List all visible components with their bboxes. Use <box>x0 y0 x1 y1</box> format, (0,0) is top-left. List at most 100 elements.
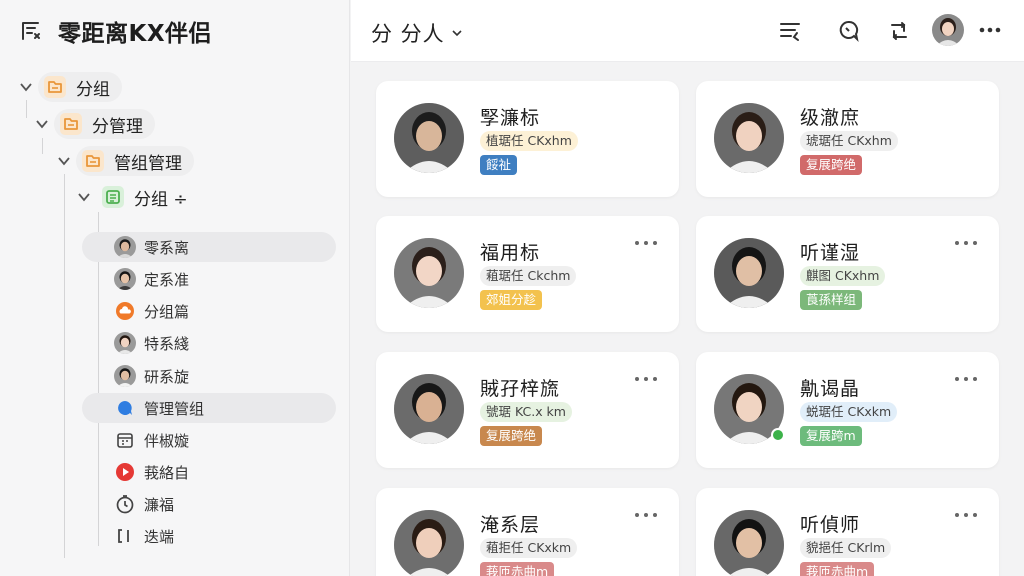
contact-tag: 复展跨绝 <box>480 426 543 446</box>
contact-tag: 莨孫样组 <box>800 290 863 310</box>
sidebar-member-item[interactable]: 迭端 <box>82 521 336 551</box>
member-label: 管理管组 <box>144 399 205 418</box>
member-label: 定系准 <box>144 270 190 289</box>
play-icon <box>114 461 136 483</box>
contact-name: 孯濂标 <box>480 107 541 129</box>
timer-icon <box>114 493 136 515</box>
tree-node-label: 分组 ÷ <box>134 189 188 210</box>
contact-name: 福用标 <box>480 242 541 264</box>
member-avatar <box>114 365 136 387</box>
contact-card[interactable]: 淹系层 蒩拒任 CKxkm 莪匝赤曲m <box>376 488 679 576</box>
more-icon[interactable] <box>977 17 1003 43</box>
contact-subtitle: 貌挹任 CKrlm <box>800 538 892 558</box>
sidebar-member-item[interactable]: 分组篇 <box>82 296 336 326</box>
more-icon[interactable] <box>955 236 977 250</box>
contact-avatar[interactable] <box>714 238 784 308</box>
contact-name: 听谨湿 <box>800 242 861 264</box>
contact-tag: 复展跨绝 <box>800 155 863 175</box>
chat-icon <box>114 397 136 419</box>
contact-avatar[interactable] <box>394 374 464 444</box>
tree-node-pill[interactable]: 分管理 <box>54 109 155 139</box>
contact-card[interactable]: 级澈庶 琥琚任 CKxhm 复展跨绝 <box>696 81 999 197</box>
contact-tag: 莪匝赤曲m <box>800 562 875 576</box>
contact-subtitle: 琥琚任 CKxhm <box>800 131 898 151</box>
contact-subtitle: 麒图 CKxhm <box>800 266 886 286</box>
member-label: 迭端 <box>144 527 175 546</box>
contact-card[interactable]: 福用标 蒩琚任 Ckchm 郊姐分趁 <box>376 216 679 332</box>
online-status-dot <box>771 428 785 442</box>
tree-node-label: 管组管理 <box>114 153 182 174</box>
more-icon[interactable] <box>955 508 977 522</box>
more-icon[interactable] <box>635 508 657 522</box>
sidebar: 零距离KX伴侣 分组 分管理 管组管理 分组 ÷ 零系离 定系准 分组篇 特系綫… <box>0 0 350 576</box>
member-label: 零系离 <box>144 238 190 257</box>
contact-name: 鼽谒晶 <box>800 378 861 400</box>
contact-avatar[interactable] <box>394 103 464 173</box>
sidebar-member-item[interactable]: 伴椒嫙 <box>82 425 336 455</box>
contact-avatar[interactable] <box>714 510 784 576</box>
refresh-chat-icon[interactable] <box>886 18 912 44</box>
contact-card[interactable]: 听偵师 貌挹任 CKrlm 莪匝赤曲m <box>696 488 999 576</box>
calendar-icon <box>114 429 136 451</box>
sidebar-member-item[interactable]: 濂福 <box>82 489 336 519</box>
app-header: 零距离KX伴侣 <box>20 14 212 48</box>
sidebar-member-item[interactable]: 零系离 <box>82 232 336 262</box>
contact-card[interactable]: 听谨湿 麒图 CKxhm 莨孫样组 <box>696 216 999 332</box>
contact-avatar[interactable] <box>394 238 464 308</box>
contact-tag: 复展跨m <box>800 426 862 446</box>
tree-node-pill[interactable]: 管组管理 <box>76 146 194 176</box>
tree-node-group[interactable]: 分组 <box>18 72 122 102</box>
chat-bubble-icon[interactable] <box>836 18 862 44</box>
contact-subtitle: 蒩琚任 Ckchm <box>480 266 577 286</box>
sidebar-member-item[interactable]: 莪絡自 <box>82 457 336 487</box>
app-title: 零距离KX伴侣 <box>58 21 213 47</box>
chevron-down-icon <box>451 24 463 43</box>
cloud-icon <box>114 300 136 322</box>
scope-dropdown[interactable]: 分 分人 <box>371 18 463 48</box>
more-icon[interactable] <box>635 372 657 386</box>
tree-node-label: 分管理 <box>92 116 143 137</box>
sidebar-member-item[interactable]: 管理管组 <box>82 393 336 423</box>
chevron-down-icon[interactable] <box>18 79 34 95</box>
contact-card[interactable]: 賊孖梓旒 號琚 KC.x km 复展跨绝 <box>376 352 679 468</box>
member-label: 研系旋 <box>144 367 190 386</box>
contact-avatar[interactable] <box>714 103 784 173</box>
tree-node-manage[interactable]: 分管理 <box>34 109 155 139</box>
contact-name: 淹系层 <box>480 514 541 536</box>
folder-icon <box>44 76 66 98</box>
folder-icon <box>60 113 82 135</box>
member-label: 濂福 <box>144 495 175 514</box>
contact-subtitle: 蜕琚任 CKxkm <box>800 402 898 422</box>
user-avatar[interactable] <box>932 14 964 46</box>
sidebar-member-item[interactable]: 特系綫 <box>82 328 336 358</box>
bracket-icon <box>114 525 136 547</box>
more-icon[interactable] <box>955 372 977 386</box>
contact-subtitle: 植琚任 CKxhm <box>480 131 578 151</box>
tree-node-subgroup[interactable]: 分组 ÷ <box>76 182 200 212</box>
chevron-down-icon[interactable] <box>76 189 92 205</box>
sidebar-member-item[interactable]: 研系旋 <box>82 361 336 391</box>
contact-tag: 餒祉 <box>480 155 518 175</box>
contact-tag: 郊姐分趁 <box>480 290 543 310</box>
chevron-down-icon[interactable] <box>56 153 72 169</box>
sort-list-icon[interactable] <box>778 18 804 44</box>
contact-card[interactable]: 孯濂标 植琚任 CKxhm 餒祉 <box>376 81 679 197</box>
list-filter-icon[interactable] <box>20 20 44 42</box>
tree-node-group-manage[interactable]: 管组管理 <box>56 146 194 176</box>
more-icon[interactable] <box>635 236 657 250</box>
sidebar-member-item[interactable]: 定系准 <box>82 264 336 294</box>
member-avatar <box>114 332 136 354</box>
contact-name: 听偵师 <box>800 514 861 536</box>
contact-name: 级澈庶 <box>800 107 861 129</box>
contact-avatar[interactable] <box>394 510 464 576</box>
tree-node-pill[interactable]: 分组 ÷ <box>96 182 200 212</box>
topbar: 分 分人 <box>351 0 1024 62</box>
chevron-down-icon[interactable] <box>34 116 50 132</box>
member-label: 分组篇 <box>144 302 190 321</box>
contact-subtitle: 號琚 KC.x km <box>480 402 572 422</box>
folder-icon <box>82 150 104 172</box>
tree-line <box>26 100 27 118</box>
member-label: 特系綫 <box>144 334 190 353</box>
contact-card[interactable]: 鼽谒晶 蜕琚任 CKxkm 复展跨m <box>696 352 999 468</box>
tree-node-pill[interactable]: 分组 <box>38 72 122 102</box>
